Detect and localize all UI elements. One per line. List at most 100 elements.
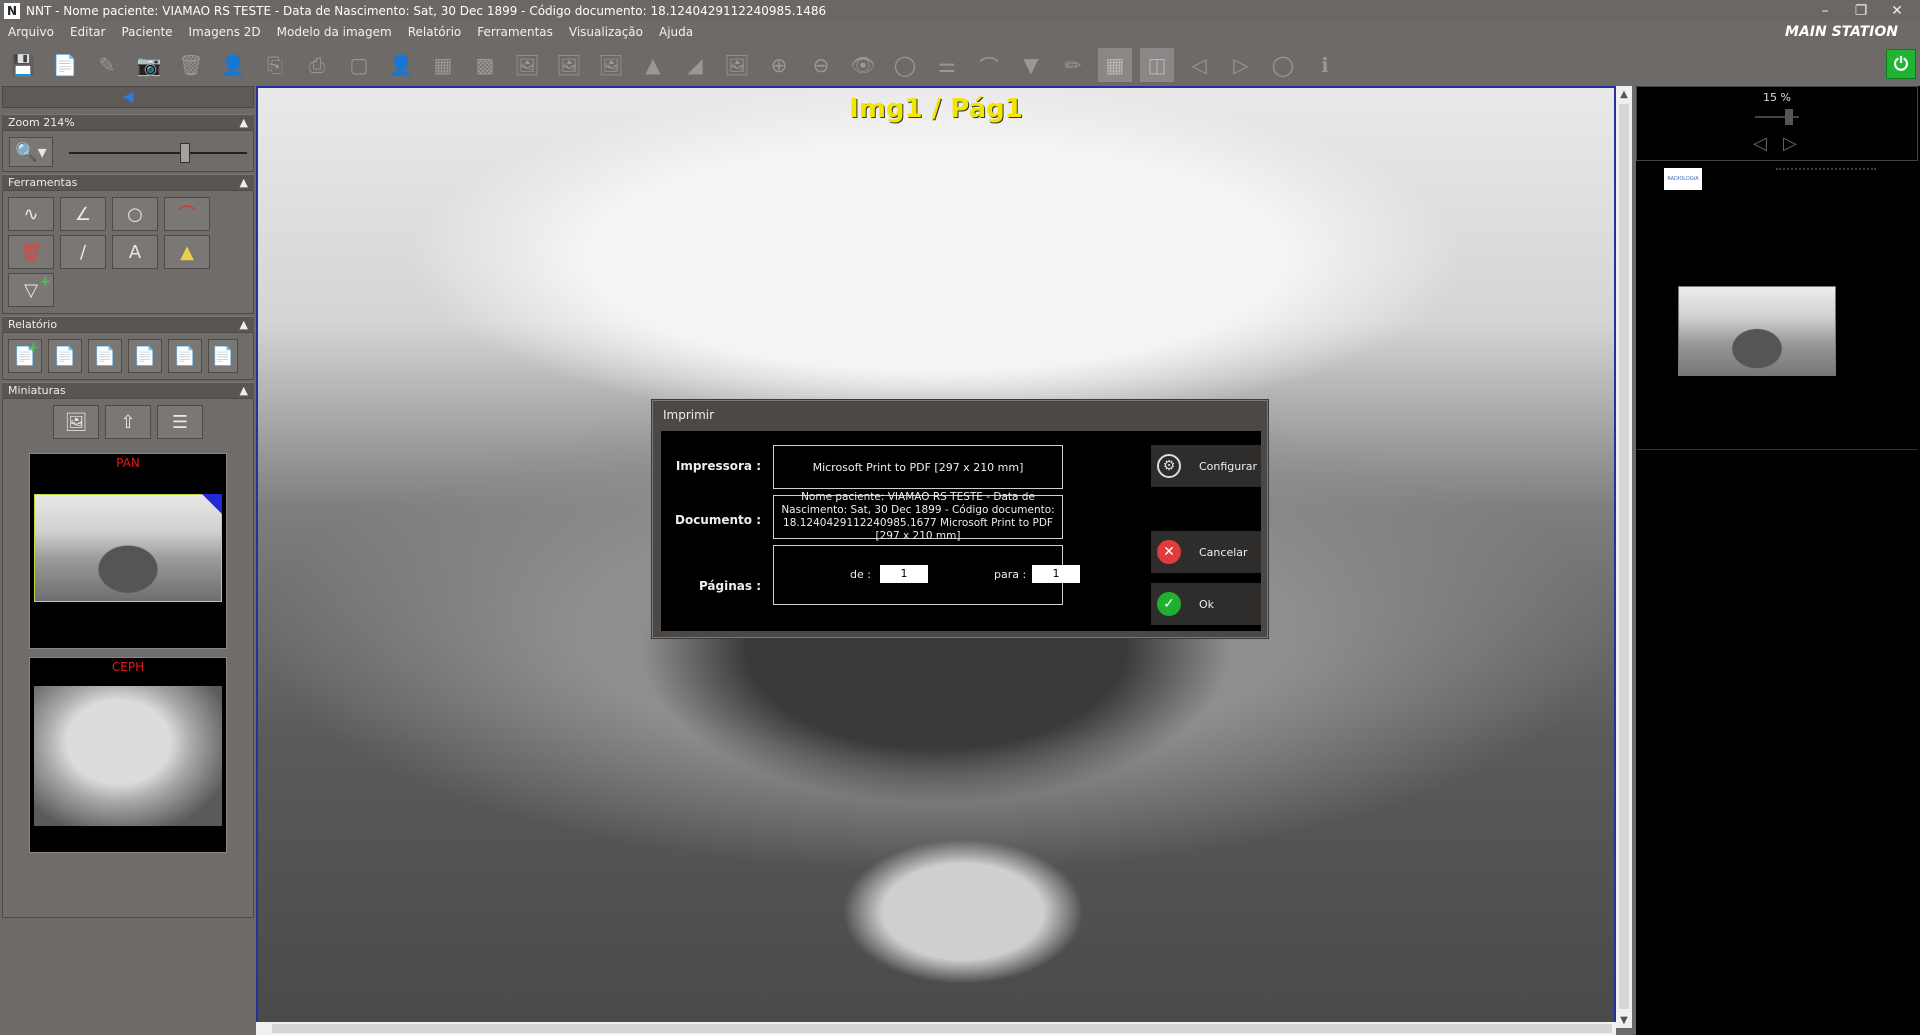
menu-imagens-2d[interactable]: Imagens 2D [181,22,269,42]
save-as-icon[interactable]: 📄 [48,48,82,82]
zoom-in-icon[interactable]: ⊕ [762,48,796,82]
report-page-icon[interactable]: 📄 [88,339,122,373]
scanner-icon[interactable]: ⎘ [258,48,292,82]
scroll-up-icon[interactable]: ▲ [1616,86,1632,102]
zoom-section-header[interactable]: Zoom 214% ▲ [2,114,254,130]
remove-images-icon[interactable]: 🖼 [552,48,586,82]
contour-icon[interactable]: ◯ [888,48,922,82]
preview-previous-icon[interactable]: ◁ [1753,133,1767,154]
delete-image-icon[interactable]: 🗑 [174,48,208,82]
shape-dropdown-icon[interactable]: ▢ [342,48,376,82]
menu-modelo-imagem[interactable]: Modelo da imagem [269,22,400,42]
save-icon[interactable]: 💾 [6,48,40,82]
hide-icon[interactable]: 👁 [846,48,880,82]
collapse-up-icon[interactable]: ▲ [240,384,248,397]
title-bar: N NNT - Nome paciente: VIAMAO RS TESTE -… [0,0,1920,22]
power-icon[interactable]: ⏻ [1886,49,1916,79]
next-icon[interactable]: ▷ [1224,48,1258,82]
zoom-slider-thumb[interactable] [179,143,190,163]
text-tool-icon[interactable]: A [112,235,158,269]
export-image-icon[interactable]: ⇧ [105,405,151,439]
previous-icon[interactable]: ◁ [1182,48,1216,82]
minimize-icon[interactable]: – [1810,0,1840,22]
preview-zoom-thumb[interactable] [1785,109,1793,125]
from-page-input[interactable]: 1 [880,565,928,583]
layout-grid-icon[interactable]: ▩ [468,48,502,82]
restore-icon[interactable]: ❐ [1846,0,1876,22]
cancel-x-icon: ✕ [1157,540,1181,564]
selected-corner-marker [202,494,222,514]
circle-tool-icon[interactable]: ○ [112,197,158,231]
new-report-icon[interactable]: 📄 + [8,339,42,373]
image-list-icon[interactable]: 🖼 [594,48,628,82]
grid-icon[interactable]: ▦ [1098,48,1132,82]
close-icon[interactable]: ✕ [1882,0,1912,22]
magnifier-dropdown-icon[interactable]: 🔍▾ [9,137,53,167]
image-icon[interactable]: 🖼 [720,48,754,82]
thumbnails-section-header[interactable]: Miniaturas ▲ [2,382,254,398]
document-field: Nome paciente: VIAMAO RS TESTE - Data de… [773,491,1063,542]
info-icon[interactable]: ℹ [1308,48,1342,82]
line-tool-icon[interactable]: ∕ [60,235,106,269]
thumbnail-ceph[interactable]: CEPH [29,657,227,853]
collapse-up-icon[interactable]: ▲ [240,318,248,331]
collapse-up-icon[interactable]: ▲ [240,176,248,189]
report-settings-icon[interactable]: 📄 [48,339,82,373]
sharpen-icon[interactable]: ▲ [636,48,670,82]
remove-image-icon[interactable]: 🖼 [510,48,544,82]
report-section-header[interactable]: Relatório ▲ [2,316,254,332]
scroll-down-icon[interactable]: ▼ [1616,1012,1632,1028]
printer-field[interactable]: Microsoft Print to PDF [297 x 210 mm] [773,445,1063,489]
delete-report-icon[interactable]: 📄 [168,339,202,373]
menu-visualizacao[interactable]: Visualização [561,22,651,42]
zoom-out-icon[interactable]: ⊖ [804,48,838,82]
collapse-up-icon[interactable]: ▲ [240,116,248,129]
thumbnail-layout-icon[interactable]: ☰ [157,405,203,439]
add-implant-icon[interactable]: ▽ + [8,273,54,307]
curve-icon[interactable]: ⌒ [972,48,1006,82]
user-icon[interactable]: 👤 [384,48,418,82]
report-disabled-icon[interactable]: 📄 [208,339,238,373]
configure-button[interactable]: ⚙ Configurar [1151,445,1261,487]
import-image-icon[interactable]: 🖼 [53,405,99,439]
menu-ferramentas[interactable]: Ferramentas [469,22,561,42]
patient-image-icon[interactable]: 👤 [216,48,250,82]
tools-section-header[interactable]: Ferramentas ▲ [2,174,254,190]
layout-icon[interactable]: ▦ [426,48,460,82]
shade-icon[interactable]: ◢ [678,48,712,82]
vertical-scroll-thumb[interactable] [1619,104,1629,1009]
menu-editar[interactable]: Editar [62,22,114,42]
cancel-button[interactable]: ✕ Cancelar [1151,531,1261,573]
mouse-icon[interactable]: ◯ [1266,48,1300,82]
report-database-icon[interactable]: 📄 [128,339,162,373]
menu-bar: Arquivo Editar Paciente Imagens 2D Model… [0,22,1920,42]
camera-icon[interactable]: 📷 [132,48,166,82]
menu-relatorio[interactable]: Relatório [400,22,470,42]
curve-tool-icon[interactable]: ⌒ [164,197,210,231]
measure-mm-icon[interactable]: ∿ [8,197,54,231]
pencil-icon[interactable]: ✏ [1056,48,1090,82]
horizontal-scroll-thumb[interactable] [272,1024,1612,1033]
to-page-input[interactable]: 1 [1032,565,1080,583]
horizontal-scrollbar[interactable] [256,1022,1616,1035]
thumbnails-section: 🖼 ⇧ ☰ PAN CEPH [2,398,254,918]
menu-arquivo[interactable]: Arquivo [0,22,62,42]
menu-ajuda[interactable]: Ajuda [651,22,701,42]
thumbnail-pan[interactable]: PAN [29,453,227,649]
triangle-tool-icon[interactable]: ▲ [164,235,210,269]
thumbnail-label: PAN [116,456,140,470]
ok-button[interactable]: ✓ Ok [1151,583,1261,625]
preview-next-icon[interactable]: ▷ [1783,133,1797,154]
zoom-slider[interactable] [69,152,247,154]
page-preview[interactable]: RADIOLOGIA [1636,164,1918,450]
printer-icon[interactable]: ⎙ [300,48,334,82]
vertical-scrollbar[interactable]: ▲ ▼ [1616,86,1632,1028]
trash-icon[interactable]: 🗑 [8,235,54,269]
ruler-icon[interactable]: ⚌ [930,48,964,82]
implant-icon[interactable]: ▼ [1014,48,1048,82]
menu-paciente[interactable]: Paciente [113,22,180,42]
tooth-icon[interactable]: ◫ [1140,48,1174,82]
angle-tool-icon[interactable]: ∠ [60,197,106,231]
edit-document-icon[interactable]: ✎ [90,48,124,82]
collapse-left-panel-button[interactable]: ◀ [2,86,254,108]
